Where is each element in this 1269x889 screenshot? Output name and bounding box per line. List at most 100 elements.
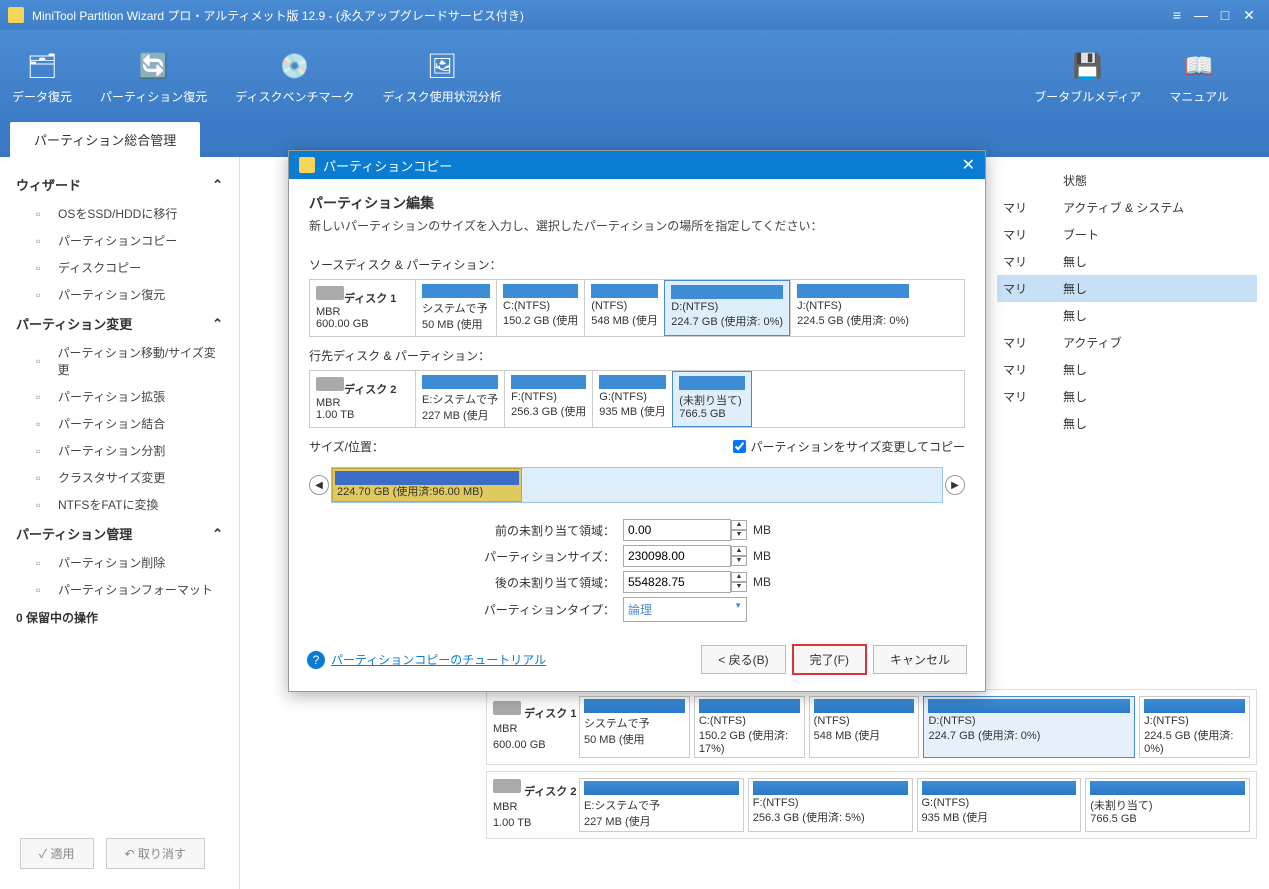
- disk-partition[interactable]: C:(NTFS)150.2 GB (使用: [496, 280, 584, 336]
- sidebar-item[interactable]: ▫パーティション拡張: [8, 383, 231, 410]
- sidebar-item[interactable]: ▫パーティション復元: [8, 281, 231, 308]
- list-row[interactable]: マリ無し: [997, 275, 1257, 302]
- list-row[interactable]: マリアクティブ & システム: [997, 194, 1257, 221]
- disk-icon: [316, 286, 344, 300]
- sidebar-item[interactable]: ▫クラスタサイズ変更: [8, 464, 231, 491]
- partition-box[interactable]: F:(NTFS)256.3 GB (使用済: 5%): [748, 778, 913, 832]
- type-label: パーティションタイプ：: [309, 601, 623, 618]
- before-input[interactable]: [623, 519, 731, 541]
- disk-partition[interactable]: (未割り当て)766.5 GB: [672, 371, 752, 427]
- partition-box[interactable]: (NTFS)548 MB (使月: [809, 696, 920, 758]
- slider-right-button[interactable]: ▶: [945, 475, 965, 495]
- disk-partition[interactable]: G:(NTFS)935 MB (使月: [592, 371, 672, 427]
- cancel-button[interactable]: キャンセル: [873, 645, 967, 674]
- ribbon-partition-recovery[interactable]: 🔄 パーティション復元: [100, 50, 207, 105]
- list-row[interactable]: マリ無し: [997, 356, 1257, 383]
- disk-info: ディスク 2MBR1.00 TB: [493, 779, 579, 831]
- list-row[interactable]: マリ無し: [997, 248, 1257, 275]
- sidebar-item[interactable]: ▫パーティション結合: [8, 410, 231, 437]
- partition-box[interactable]: E:システムで予227 MB (使月: [579, 778, 744, 832]
- undo-button[interactable]: ↶ 取り消す: [106, 838, 205, 869]
- disk-partition[interactable]: E:システムで予227 MB (使月: [416, 371, 504, 427]
- partition-box[interactable]: (未割り当て)766.5 GB: [1085, 778, 1250, 832]
- size-input[interactable]: [623, 545, 731, 567]
- maximize-button[interactable]: □: [1213, 7, 1237, 23]
- partition-box[interactable]: J:(NTFS)224.5 GB (使用済: 0%): [1139, 696, 1250, 758]
- disk-partition[interactable]: D:(NTFS)224.7 GB (使用済: 0%): [664, 280, 790, 336]
- menu-icon[interactable]: ≡: [1165, 7, 1189, 23]
- slider-fill[interactable]: 224.70 GB (使用済:96.00 MB): [332, 468, 522, 502]
- disk-map-area: ディスク 1MBR600.00 GBシステムで予50 MB (使用C:(NTFS…: [486, 683, 1257, 845]
- disk-partition[interactable]: J:(NTFS)224.5 GB (使用済: 0%): [790, 280, 915, 336]
- dialog-close-button[interactable]: ✕: [962, 155, 975, 175]
- spin-up[interactable]: ▲: [731, 520, 747, 530]
- sidebar-item[interactable]: ▫パーティション削除: [8, 549, 231, 576]
- minimize-button[interactable]: —: [1189, 7, 1213, 23]
- disk-icon: [493, 779, 521, 793]
- sidebar-group-header[interactable]: パーティション管理⌃: [8, 518, 231, 549]
- list-row[interactable]: マリブート: [997, 221, 1257, 248]
- disk-partition[interactable]: システムで予50 MB (使用: [416, 280, 496, 336]
- ribbon-space-analyzer[interactable]: 🖼 ディスク使用状況分析: [382, 50, 501, 105]
- window-title: MiniTool Partition Wizard プロ・アルティメット版 12…: [32, 7, 1165, 24]
- sidebar-item-icon: ▫: [36, 288, 52, 302]
- sidebar-item-icon: ▫: [36, 498, 52, 512]
- ribbon-bootable-media[interactable]: 💾 ブータブルメディア: [1034, 50, 1141, 105]
- source-disk-row: ディスク 1MBR600.00 GBシステムで予50 MB (使用C:(NTFS…: [309, 279, 965, 337]
- close-button[interactable]: ✕: [1237, 7, 1261, 24]
- list-row[interactable]: マリアクティブ: [997, 329, 1257, 356]
- partition-box[interactable]: システムで予50 MB (使用: [579, 696, 690, 758]
- sidebar-item[interactable]: ▫OSをSSD/HDDに移行: [8, 200, 231, 227]
- dialog-heading: パーティション編集: [309, 193, 965, 213]
- disk-map: ディスク 1MBR600.00 GBシステムで予50 MB (使用C:(NTFS…: [486, 689, 1257, 765]
- ribbon-data-recovery[interactable]: 🗂 データ復元: [12, 50, 72, 105]
- size-slider[interactable]: ◀ 224.70 GB (使用済:96.00 MB) ▶: [309, 467, 965, 503]
- back-button[interactable]: < 戻る(B): [701, 645, 785, 674]
- sidebar-item-icon: ▫: [36, 390, 52, 404]
- dest-label: 行先ディスク & パーティション：: [309, 347, 965, 364]
- dialog-title: パーティションコピー: [323, 156, 962, 175]
- sidebar-item[interactable]: ▫ディスクコピー: [8, 254, 231, 281]
- sidebar-group-header[interactable]: ウィザード⌃: [8, 169, 231, 200]
- data-recovery-icon: 🗂: [26, 50, 58, 82]
- list-row[interactable]: 無し: [997, 410, 1257, 437]
- list-header-row: 状態: [997, 167, 1257, 194]
- partition-box[interactable]: C:(NTFS)150.2 GB (使用済: 17%): [694, 696, 805, 758]
- after-input[interactable]: [623, 571, 731, 593]
- sidebar-item-icon: ▫: [36, 234, 52, 248]
- partition-recovery-icon: 🔄: [138, 50, 170, 82]
- tutorial-link[interactable]: パーティションコピーのチュートリアル: [331, 651, 546, 668]
- after-label: 後の未割り当て領域：: [309, 574, 623, 591]
- apply-button[interactable]: ✓ 適用: [20, 838, 94, 869]
- sidebar-item[interactable]: ▫パーティションコピー: [8, 227, 231, 254]
- manual-icon: 📖: [1183, 50, 1215, 82]
- sidebar-item[interactable]: ▫パーティションフォーマット: [8, 576, 231, 603]
- slider-left-button[interactable]: ◀: [309, 475, 329, 495]
- disk-partition[interactable]: F:(NTFS)256.3 GB (使用: [504, 371, 592, 427]
- pending-ops: 0 保留中の操作: [8, 603, 231, 632]
- sidebar-item[interactable]: ▫パーティション移動/サイズ変更: [8, 339, 231, 383]
- list-row[interactable]: 無し: [997, 302, 1257, 329]
- tab-partition-management[interactable]: パーティション総合管理: [10, 122, 200, 157]
- usb-icon: 💾: [1072, 50, 1104, 82]
- type-select[interactable]: 論理: [623, 597, 747, 622]
- partition-box[interactable]: G:(NTFS)935 MB (使月: [917, 778, 1082, 832]
- disk-partition[interactable]: (NTFS)548 MB (使月: [584, 280, 664, 336]
- sidebar-item[interactable]: ▫NTFSをFATに変換: [8, 491, 231, 518]
- ribbon-manual[interactable]: 📖 マニュアル: [1169, 50, 1229, 105]
- partition-list: 状態 マリアクティブ & システムマリブートマリ無しマリ無し無しマリアクティブマ…: [997, 167, 1257, 437]
- list-row[interactable]: マリ無し: [997, 383, 1257, 410]
- resize-checkbox[interactable]: パーティションをサイズ変更してコピー: [733, 438, 965, 455]
- sidebar-group-header[interactable]: パーティション変更⌃: [8, 308, 231, 339]
- slider-track[interactable]: 224.70 GB (使用済:96.00 MB): [331, 467, 943, 503]
- help-icon[interactable]: ?: [307, 651, 325, 669]
- finish-button[interactable]: 完了(F): [792, 644, 867, 675]
- resize-checkbox-input[interactable]: [733, 440, 746, 453]
- chevron-up-icon: ⌃: [212, 316, 223, 332]
- partition-box[interactable]: D:(NTFS)224.7 GB (使用済: 0%): [923, 696, 1135, 758]
- sidebar-item[interactable]: ▫パーティション分割: [8, 437, 231, 464]
- analyzer-icon: 🖼: [426, 50, 458, 82]
- spin-down[interactable]: ▼: [731, 530, 747, 540]
- ribbon-disk-benchmark[interactable]: 💿 ディスクベンチマーク: [235, 50, 354, 105]
- dialog-header[interactable]: パーティションコピー ✕: [289, 151, 985, 179]
